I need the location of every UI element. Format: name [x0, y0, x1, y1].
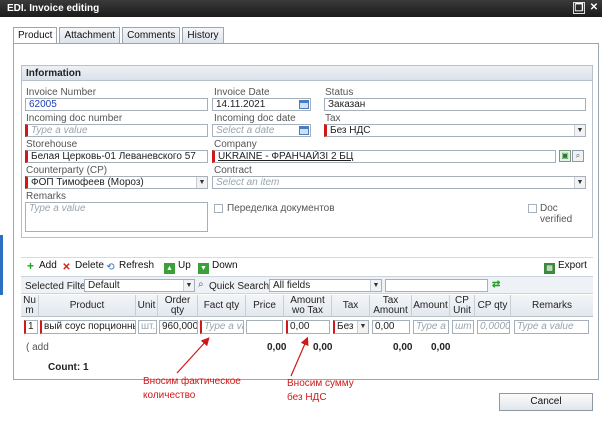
- fact-qty-annotation-line1: Вносим фактическое: [143, 376, 241, 387]
- amount-annotation-line1: Вносим сумму: [287, 378, 354, 389]
- cancel-button[interactable]: Cancel: [499, 393, 593, 411]
- amount-annotation: Вносим сумму без НДС: [287, 377, 354, 405]
- annotation-arrows: [176, 336, 309, 377]
- fact-qty-annotation: Вносим фактическое количество: [143, 375, 241, 403]
- amount-annotation-line2: без НДС: [287, 392, 327, 403]
- fact-qty-arrow: [176, 337, 210, 374]
- fact-qty-annotation-line2: количество: [143, 390, 196, 401]
- amount-arrow: [290, 336, 309, 377]
